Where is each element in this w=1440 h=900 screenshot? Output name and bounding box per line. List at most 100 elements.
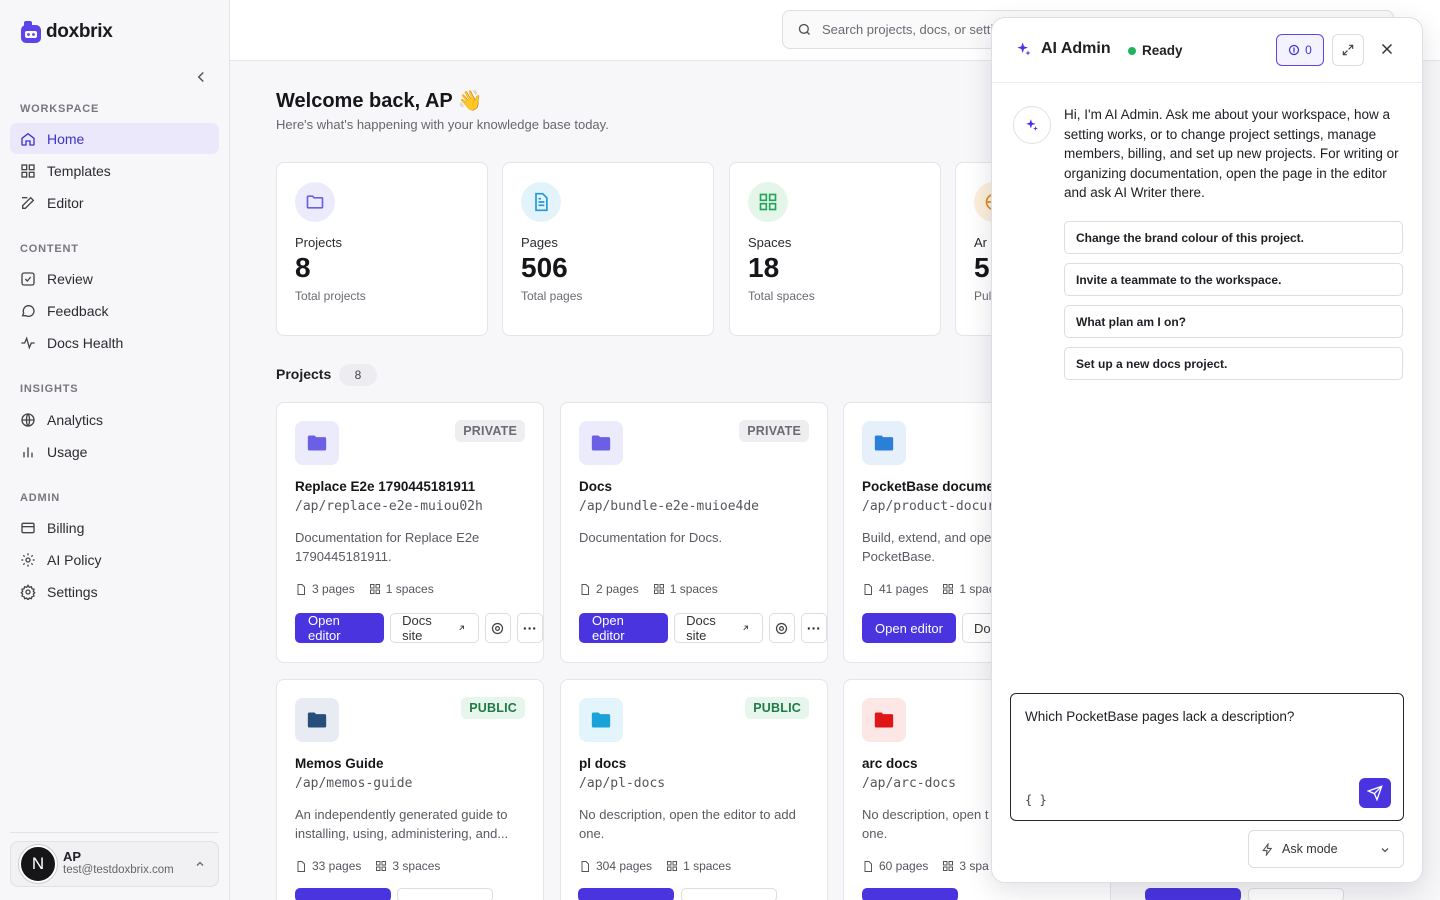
send-button[interactable] xyxy=(1359,778,1391,808)
project-meta: 304 pages 1 spaces xyxy=(579,859,731,873)
docs-site-button[interactable] xyxy=(397,888,493,900)
project-meta: 60 pages 3 spa xyxy=(862,859,989,873)
billing-icon xyxy=(21,522,35,533)
external-link-icon xyxy=(459,625,465,631)
sidebar-item-label: Billing xyxy=(47,519,85,536)
external-link-icon xyxy=(743,625,749,631)
project-spaces: 1 spaces xyxy=(385,582,434,596)
project-meta: 41 pages 1 spac xyxy=(862,582,995,596)
more-options-button[interactable]: ··· xyxy=(800,613,827,643)
stat-value: 18 xyxy=(748,252,780,283)
open-editor-button[interactable]: Open editor xyxy=(295,613,385,643)
sidebar-item-ai-policy[interactable]: AI Policy xyxy=(10,544,219,575)
context-button[interactable]: { } xyxy=(1025,793,1047,807)
project-description: Documentation for Replace E2e 1790445181… xyxy=(295,530,480,564)
user-menu[interactable]: N AP test@testdoxbrix.com xyxy=(10,841,219,887)
ai-avatar xyxy=(1013,106,1051,144)
sidebar-item-label: Editor xyxy=(47,194,84,211)
sidebar-item-feedback[interactable]: Feedback xyxy=(10,295,219,326)
suggestion-chip[interactable]: Change the brand colour of this project. xyxy=(1064,221,1403,254)
project-card[interactable]: PUBLIC pl docs /ap/pl-docs No descriptio… xyxy=(560,679,828,900)
user-email: test@testdoxbrix.com xyxy=(63,863,174,876)
open-editor-button[interactable] xyxy=(862,888,958,900)
stat-card-projects[interactable]: Projects 8 Total projects xyxy=(276,162,488,336)
spaces-icon xyxy=(667,861,678,871)
status-badge: PRIVATE xyxy=(739,420,809,442)
send-icon xyxy=(1367,785,1383,801)
ai-message-input[interactable]: Which PocketBase pages lack a descriptio… xyxy=(1010,693,1404,821)
section-content: CONTENT xyxy=(20,243,79,255)
sidebar-item-home[interactable]: Home xyxy=(10,123,219,154)
project-path: /ap/bundle-e2e-muioe4de xyxy=(579,499,760,514)
more-options-button[interactable]: ··· xyxy=(516,613,543,643)
ai-input-text: Which PocketBase pages lack a descriptio… xyxy=(1025,709,1295,724)
folder-icon xyxy=(307,712,327,728)
brand-name: doxbrix xyxy=(46,21,113,42)
mode-select[interactable]: Ask mode xyxy=(1248,830,1404,868)
open-editor-button[interactable]: Open editor xyxy=(579,613,669,643)
projects-heading: Projects xyxy=(276,366,332,382)
credits-button[interactable]: 0 xyxy=(1276,34,1324,66)
search-placeholder: Search projects, docs, or setti xyxy=(822,22,994,37)
docs-site-button[interactable] xyxy=(1248,888,1344,900)
close-button[interactable] xyxy=(1378,40,1396,58)
sidebar-item-analytics[interactable]: Analytics xyxy=(10,404,219,435)
suggestion-chip[interactable]: Set up a new docs project. xyxy=(1064,347,1403,380)
folder-icon xyxy=(591,712,611,728)
templates-icon xyxy=(21,163,35,178)
expand-button[interactable] xyxy=(1332,34,1364,66)
status-badge: PUBLIC xyxy=(461,697,525,719)
brand-logo[interactable]: doxbrix xyxy=(20,20,113,44)
sidebar-item-review[interactable]: Review xyxy=(10,263,219,294)
docs-site-button[interactable]: Docs site xyxy=(390,613,479,643)
stat-card-pages[interactable]: Pages 506 Total pages xyxy=(502,162,714,336)
collapse-sidebar-button[interactable] xyxy=(192,68,210,86)
project-card[interactable]: PRIVATE Docs /ap/bundle-e2e-muioe4de Doc… xyxy=(560,402,828,663)
project-path: /ap/memos-guide xyxy=(295,776,413,791)
sparkle-icon xyxy=(1017,42,1031,56)
project-spaces: 1 spaces xyxy=(669,582,718,596)
sidebar-item-editor[interactable]: Editor xyxy=(10,187,219,218)
project-name: PocketBase docume xyxy=(862,479,995,494)
document-icon xyxy=(535,192,548,212)
docs-site-button[interactable] xyxy=(681,888,777,900)
gear-icon xyxy=(776,622,788,634)
project-settings-button[interactable] xyxy=(768,613,795,643)
stat-desc: Total projects xyxy=(295,289,366,303)
sidebar-item-settings[interactable]: Settings xyxy=(10,576,219,607)
suggestion-chip[interactable]: What plan am I on? xyxy=(1064,305,1403,338)
sidebar-item-docs-health[interactable]: Docs Health xyxy=(10,327,219,358)
docs-site-button[interactable]: Docs site xyxy=(674,613,763,643)
stat-card-spaces[interactable]: Spaces 18 Total spaces xyxy=(729,162,941,336)
sidebar-item-templates[interactable]: Templates xyxy=(10,155,219,186)
project-path: /ap/replace-e2e-muiou02h xyxy=(295,499,483,514)
avatar: N xyxy=(19,845,57,883)
project-card[interactable]: PUBLIC Memos Guide /ap/memos-guide An in… xyxy=(276,679,544,900)
sidebar-item-billing[interactable]: Billing xyxy=(10,512,219,543)
open-editor-button[interactable] xyxy=(1145,888,1241,900)
open-editor-button[interactable]: Open editor xyxy=(862,613,956,643)
pulse-icon xyxy=(21,335,35,350)
project-name: arc docs xyxy=(862,756,918,771)
sidebar-item-label: Docs Health xyxy=(47,334,124,351)
doxbrix-logo-icon xyxy=(21,21,41,43)
status-text: Ready xyxy=(1142,43,1183,58)
suggestion-chip[interactable]: Invite a teammate to the workspace. xyxy=(1064,263,1403,296)
project-spaces: 1 spaces xyxy=(683,859,732,873)
project-card[interactable]: PRIVATE Replace E2e 1790445181911 /ap/re… xyxy=(276,402,544,663)
project-spaces: 3 spa xyxy=(959,859,989,873)
sidebar-item-label: AI Policy xyxy=(47,551,102,568)
project-meta: 33 pages 3 spaces xyxy=(295,859,440,873)
project-settings-button[interactable] xyxy=(484,613,511,643)
open-editor-button[interactable] xyxy=(295,888,391,900)
sidebar-divider xyxy=(10,832,219,833)
sidebar-item-label: Usage xyxy=(47,443,88,460)
project-icon-bg xyxy=(862,421,906,465)
sidebar-item-label: Review xyxy=(47,270,93,287)
stat-icon-bg xyxy=(521,182,561,222)
sidebar-item-usage[interactable]: Usage xyxy=(10,436,219,467)
ai-intro-message: Hi, I'm AI Admin. Ask me about your work… xyxy=(1064,107,1399,200)
stat-icon-bg xyxy=(295,182,335,222)
open-editor-button[interactable] xyxy=(578,888,674,900)
stat-label: Projects xyxy=(295,235,342,250)
